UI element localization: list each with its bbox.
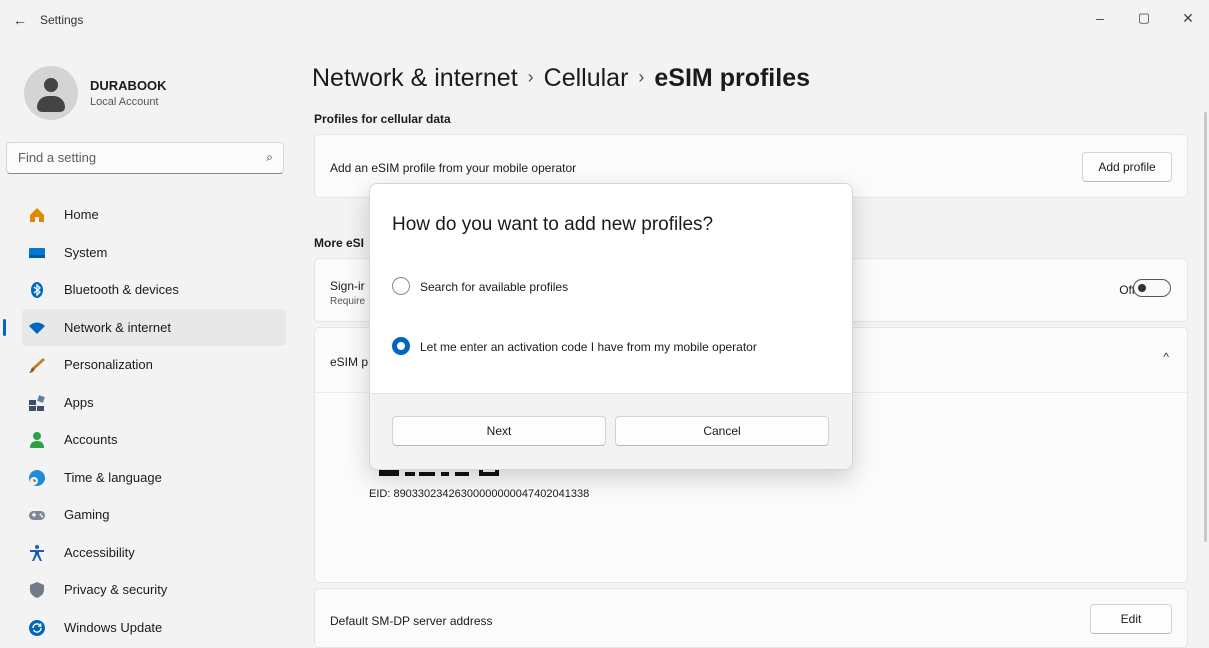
chevron-right-icon: › bbox=[638, 67, 645, 87]
system-icon bbox=[29, 247, 45, 258]
sidebar-item-network[interactable]: Network & internet bbox=[3, 308, 286, 346]
sign-in-subtitle: Require bbox=[330, 296, 366, 307]
eid-text: EID: 89033023426300000000047402041338 bbox=[369, 488, 590, 500]
search-input[interactable] bbox=[16, 149, 250, 166]
sidebar-item-home[interactable]: Home bbox=[22, 196, 286, 234]
title-bar: ← Settings – ▢ ✕ bbox=[0, 0, 1209, 40]
sidebar-item-label: System bbox=[64, 244, 108, 260]
option-label: Let me enter an activation code I have f… bbox=[420, 340, 757, 354]
restore-button[interactable]: ▢ bbox=[1124, 6, 1164, 30]
radio-button-checked[interactable] bbox=[392, 337, 410, 355]
section-title-more: More eSI bbox=[314, 236, 365, 250]
dialog-footer: Next Cancel bbox=[370, 393, 852, 469]
chevron-up-icon[interactable]: ^ bbox=[1163, 350, 1169, 364]
account-type: Local Account bbox=[90, 96, 159, 108]
esim-profile-title: eSIM p bbox=[330, 355, 369, 369]
avatar bbox=[24, 66, 78, 120]
wifi-icon bbox=[29, 322, 45, 334]
sidebar-item-accounts[interactable]: Accounts bbox=[22, 421, 286, 459]
sidebar-item-label: Accessibility bbox=[64, 544, 135, 560]
add-profile-dialog: How do you want to add new profiles? Sea… bbox=[369, 183, 853, 470]
sidebar-item-label: Network & internet bbox=[64, 319, 171, 335]
sm-dp-label: Default SM-DP server address bbox=[330, 614, 493, 628]
sm-dp-card: Default SM-DP server address Edit bbox=[314, 588, 1188, 648]
sidebar-item-label: Bluetooth & devices bbox=[64, 282, 179, 297]
sidebar-item-system[interactable]: System bbox=[22, 234, 286, 272]
sidebar-item-label: Time & language bbox=[64, 469, 162, 485]
breadcrumb: Network & internet › Cellular › eSIM profile… bbox=[312, 64, 810, 93]
section-title-profiles: Profiles for cellular data bbox=[314, 112, 451, 126]
sign-in-toggle[interactable] bbox=[1133, 279, 1171, 297]
sidebar-nav: Home System Bluetooth & devices Network … bbox=[3, 196, 286, 647]
scrollbar[interactable] bbox=[1204, 112, 1207, 542]
add-profile-button[interactable]: Add profile bbox=[1082, 152, 1172, 182]
shield-icon bbox=[30, 582, 44, 598]
sidebar-item-accessibility[interactable]: Accessibility bbox=[22, 534, 286, 572]
breadcrumb-cellular[interactable]: Cellular bbox=[544, 64, 629, 92]
option-label: Search for available profiles bbox=[420, 280, 569, 294]
minimize-button[interactable]: – bbox=[1080, 6, 1120, 30]
breadcrumb-network[interactable]: Network & internet bbox=[312, 64, 518, 92]
search-box[interactable]: ⌕ bbox=[6, 142, 284, 174]
option-search-profiles[interactable]: Search for available profiles bbox=[392, 277, 692, 297]
add-profile-text: Add an eSIM profile from your mobile ope… bbox=[330, 161, 577, 175]
sidebar-item-bluetooth[interactable]: Bluetooth & devices bbox=[22, 271, 286, 309]
globe-clock-icon bbox=[29, 469, 45, 486]
option-activation-code[interactable]: Let me enter an activation code I have f… bbox=[392, 337, 832, 357]
sidebar-item-personalization[interactable]: Personalization bbox=[22, 346, 286, 384]
sidebar-item-label: Personalization bbox=[64, 357, 153, 372]
next-button[interactable]: Next bbox=[392, 416, 606, 446]
cancel-button[interactable]: Cancel bbox=[615, 416, 829, 446]
sidebar-item-windows-update[interactable]: Windows Update bbox=[22, 609, 286, 647]
update-icon bbox=[29, 619, 45, 636]
back-arrow-icon[interactable]: ← bbox=[10, 10, 30, 30]
sidebar-item-label: Accounts bbox=[64, 432, 118, 447]
sidebar-item-label: Apps bbox=[64, 394, 94, 410]
brush-icon bbox=[29, 358, 45, 373]
search-icon[interactable]: ⌕ bbox=[266, 150, 273, 165]
dialog-title: How do you want to add new profiles? bbox=[392, 214, 714, 235]
account-card[interactable]: DURABOOK Local Account bbox=[22, 64, 282, 124]
sidebar-item-label: Windows Update bbox=[64, 619, 163, 635]
radio-button-unchecked[interactable] bbox=[392, 277, 410, 295]
accessibility-icon bbox=[30, 544, 44, 561]
sidebar-item-gaming[interactable]: Gaming bbox=[22, 496, 286, 534]
sidebar-item-time-language[interactable]: Time & language bbox=[22, 459, 286, 497]
close-button[interactable]: ✕ bbox=[1168, 6, 1208, 30]
home-icon bbox=[30, 208, 44, 222]
sidebar-item-privacy[interactable]: Privacy & security bbox=[22, 571, 286, 609]
accounts-icon bbox=[30, 432, 44, 448]
sidebar-item-label: Privacy & security bbox=[64, 582, 168, 597]
controller-icon bbox=[29, 511, 45, 520]
page-title: eSIM profiles bbox=[654, 64, 810, 92]
sidebar-item-apps[interactable]: Apps bbox=[22, 384, 286, 422]
sign-in-title: Sign-ir bbox=[330, 279, 365, 293]
chevron-right-icon: › bbox=[527, 67, 534, 87]
account-name: DURABOOK bbox=[90, 78, 167, 93]
bluetooth-icon bbox=[31, 282, 43, 298]
edit-button[interactable]: Edit bbox=[1090, 604, 1172, 634]
sidebar-item-label: Gaming bbox=[64, 507, 110, 522]
app-title: Settings bbox=[40, 13, 84, 27]
sidebar-item-label: Home bbox=[64, 207, 99, 222]
apps-icon bbox=[29, 394, 45, 411]
